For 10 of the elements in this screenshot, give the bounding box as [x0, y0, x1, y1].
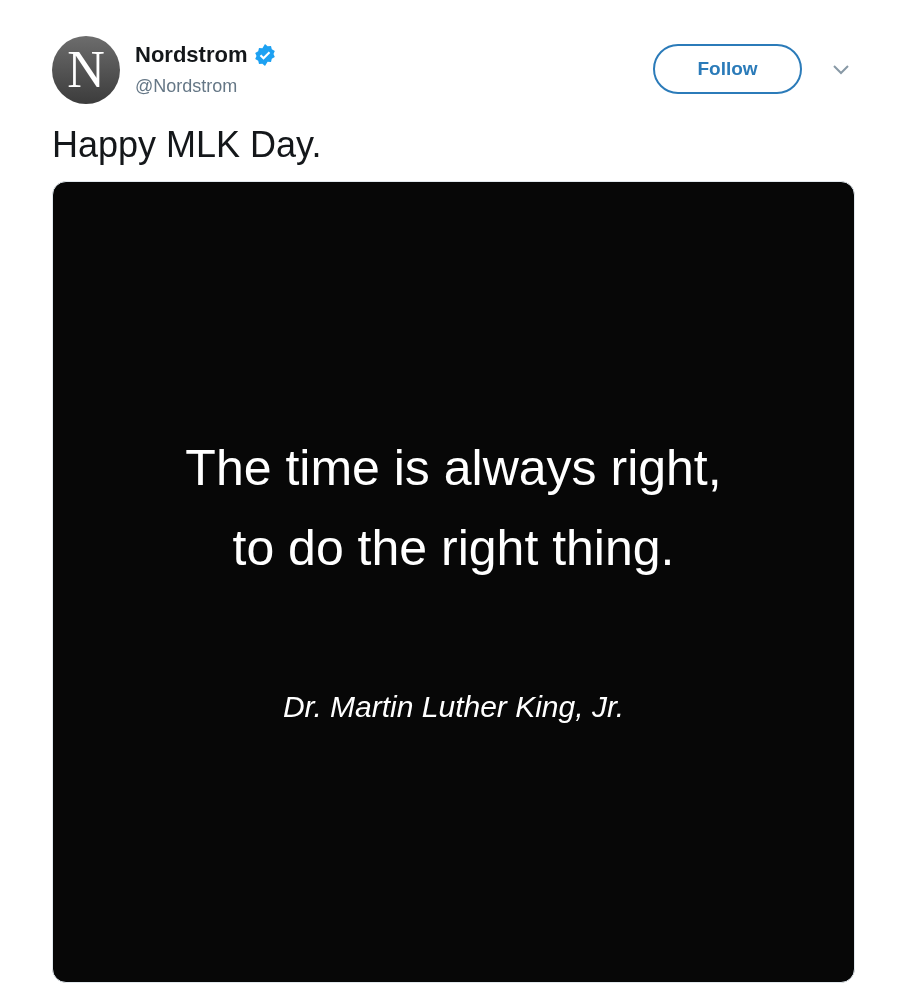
chevron-down-icon[interactable] — [832, 64, 850, 76]
tweet-text: Happy MLK Day. — [51, 123, 323, 167]
quote-line: to do the right thing. — [232, 519, 675, 578]
quote-attribution: Dr. Martin Luther King, Jr. — [282, 689, 625, 725]
account-handle: @Nordstrom — [135, 75, 239, 98]
account-name[interactable]: Nordstrom — [135, 38, 248, 71]
avatar[interactable]: N — [52, 36, 120, 104]
follow-button[interactable]: Follow — [653, 44, 802, 94]
quote-line: The time is always right, — [185, 439, 722, 498]
quote-image[interactable]: The time is always right, to do the right thing. Dr. Martin Luther King, Jr. — [52, 181, 855, 983]
